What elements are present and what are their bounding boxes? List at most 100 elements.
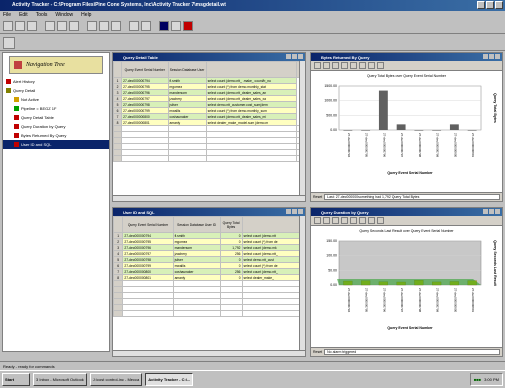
tree-item[interactable]: Bytes Returned By Query [3,131,109,140]
minimize-icon[interactable] [477,1,485,9]
close-icon[interactable] [495,54,500,59]
tree-item[interactable]: Pipeline = BEGZ 1F [3,104,109,113]
x-tick-label: 27-dec000000797 [400,288,404,313]
bar [432,130,442,131]
column-header[interactable] [112,216,124,233]
column-header[interactable] [112,61,123,78]
tree-item[interactable]: Query Duration by Query [3,122,109,131]
close-icon[interactable] [298,209,303,214]
menu-window[interactable]: Window [55,12,73,19]
print-icon[interactable] [368,62,375,69]
line-chart-icon[interactable] [332,62,339,69]
open-icon[interactable] [15,21,25,31]
pause-icon[interactable] [171,21,181,31]
tools-icon[interactable] [129,21,139,31]
duration-status-text: No alarm triggered [324,349,500,355]
column-header[interactable]: Session Database User ID [172,216,221,233]
chart-toolbar [311,61,502,71]
legend-icon[interactable] [359,62,366,69]
play-icon[interactable] [159,21,169,31]
minimize-icon[interactable] [483,54,488,59]
minimize-icon[interactable] [286,54,291,59]
bar-chart-icon[interactable] [323,62,330,69]
task-outlook[interactable]: 3 Inbox - Microsoft Outlook [33,373,87,386]
task-mecca[interactable]: J:\cost control-inc - Mecca [89,373,143,386]
new-icon[interactable] [3,21,13,31]
column-header[interactable] [241,216,302,233]
save-icon[interactable] [314,62,321,69]
query-detail-window: Query Detail Table Query Event Serial Nu… [112,52,306,202]
tree-item[interactable]: Not Active [3,95,109,104]
duration-chart: 150.00 100.00 50.00 0.00 27-dec000000794 27-d… [326,239,497,330]
tree-item[interactable]: User ID and SQL [3,140,109,149]
table-view-icon[interactable] [69,21,79,31]
horizontal-scrollbar[interactable] [113,195,305,201]
color-icon[interactable] [341,62,348,69]
grid-icon[interactable] [99,21,109,31]
maximize-icon[interactable] [292,54,297,59]
stop-icon[interactable] [183,21,193,31]
menu-edit[interactable]: Edit [19,12,28,19]
maximize-icon[interactable] [489,54,494,59]
line-chart-icon[interactable] [332,217,339,224]
vertical-scrollbar[interactable] [299,216,305,350]
chart-view-icon[interactable] [87,21,97,31]
task-activity-tracker[interactable]: Activity Tracker - C:\... [145,373,194,386]
minimize-icon[interactable] [483,209,488,214]
horizontal-scrollbar[interactable] [113,350,305,356]
user-sql-title: User ID and SQL [113,208,305,216]
column-header[interactable] [205,61,297,78]
grid-icon[interactable] [350,62,357,69]
save-icon[interactable] [314,217,321,224]
menu-tools[interactable]: Tools [36,12,48,19]
print-icon[interactable] [368,217,375,224]
x-tick-label: 27-dec000000799 [436,288,440,313]
folder-icon [6,88,11,93]
close-icon[interactable] [495,209,500,214]
minimize-icon[interactable] [286,209,291,214]
tree-item-label: Query Duration by Query [21,124,66,129]
copy-icon[interactable] [57,21,67,31]
legend-icon[interactable] [359,217,366,224]
menu-help[interactable]: Help [81,12,91,19]
y-tick-label: 500.00 [326,113,337,117]
user-sql-window: User ID and SQL Query Event Serial Numbe… [112,207,306,357]
maximize-icon[interactable] [489,209,494,214]
clock: 3:00 PM [484,377,499,382]
menu-file[interactable]: File [3,12,11,19]
chart-floor [337,279,481,285]
close-icon[interactable] [495,1,503,9]
y-tick-label: 0.00 [330,128,337,132]
bar [378,90,388,130]
tree-item[interactable]: Query Detail Table [3,113,109,122]
maximize-icon[interactable] [486,1,494,9]
vertical-scrollbar[interactable] [299,61,305,195]
tree-item-label: Not Active [21,97,40,102]
wizard-icon[interactable] [141,21,151,31]
tree-item[interactable]: Alert History [3,77,109,86]
layout-icon[interactable] [111,21,121,31]
tree-toggle-icon[interactable] [3,37,15,49]
maximize-icon[interactable] [292,209,297,214]
reset-label[interactable]: Reset [313,195,322,199]
column-header[interactable]: Query Total Bytes [219,216,243,233]
bar [396,124,406,130]
reset-label[interactable]: Reset [313,350,322,354]
close-icon[interactable] [298,54,303,59]
zoom-icon[interactable] [377,62,384,69]
column-header[interactable]: Query Event Serial Number [121,61,169,78]
bar-chart-icon[interactable] [323,217,330,224]
zoom-icon[interactable] [377,217,384,224]
grid-icon[interactable] [350,217,357,224]
print-icon[interactable] [45,21,55,31]
column-header[interactable]: Query Event Serial Number [122,216,174,233]
duration-chart-window: Query Duration by Query Query Seconds La… [310,207,503,357]
y-tick-label: 0.00 [330,283,337,287]
column-header[interactable]: Session Database User [167,61,207,78]
save-icon[interactable] [27,21,37,31]
y-tick-label: 100.00 [326,254,337,258]
start-button[interactable]: Start [2,373,30,386]
tree-item[interactable]: Query Detail [3,86,109,95]
color-icon[interactable] [341,217,348,224]
navigation-tree: Alert History Query Detail Not Active Pipel… [3,77,109,149]
